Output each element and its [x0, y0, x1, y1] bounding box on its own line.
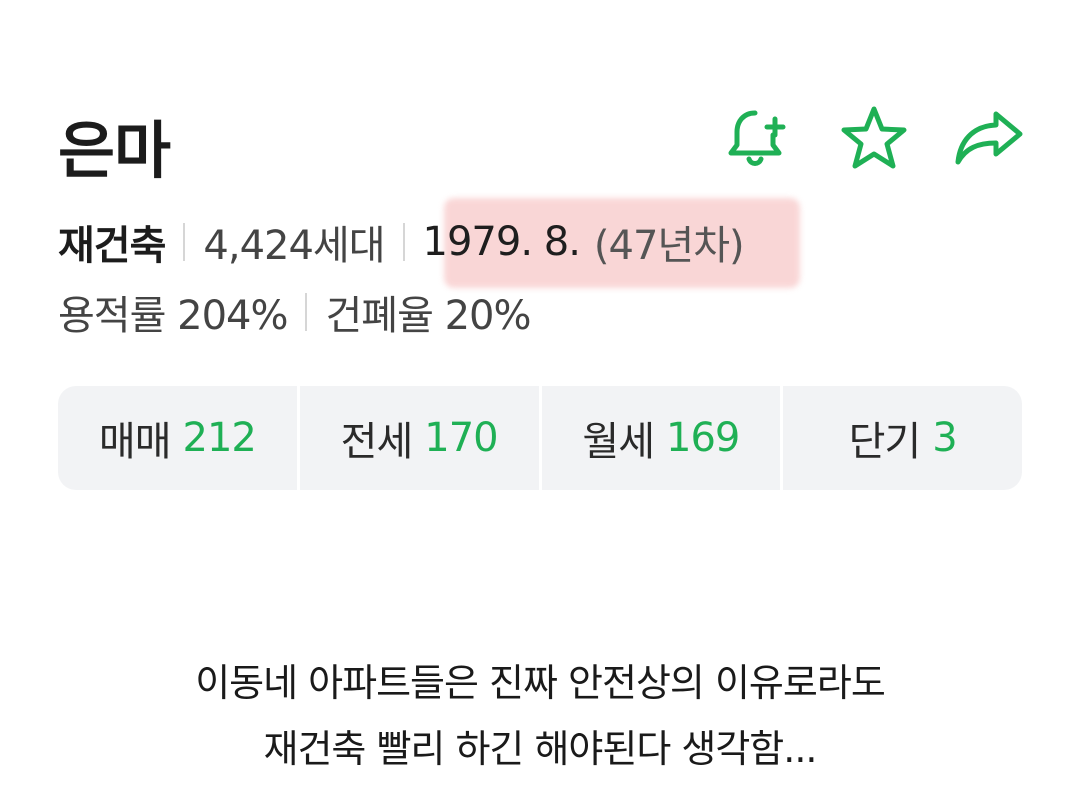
built-date: 1979. 8. [422, 219, 581, 265]
stat-sale[interactable]: 매매 212 [58, 386, 297, 490]
stat-label: 월세 [582, 419, 655, 465]
action-bar [720, 100, 1028, 176]
stat-short-term[interactable]: 단기 3 [780, 386, 1022, 490]
household-count: 4,424세대 [203, 223, 385, 269]
caption-line-1: 이동네 아파트들은 진짜 안전상의 이유로라도 [195, 661, 886, 705]
building-age: (47년차) [593, 223, 745, 269]
stat-jeonse[interactable]: 전세 170 [296, 386, 539, 490]
stat-count: 169 [666, 415, 740, 461]
apartment-title: 은마 [58, 114, 171, 187]
stat-count: 3 [932, 415, 957, 461]
stat-label: 단기 [848, 419, 922, 465]
stat-label: 매매 [98, 419, 172, 465]
stat-label: 전세 [340, 419, 414, 465]
meta-row-1: 재건축 4,424세대 1979. 8. (47년차) [58, 212, 745, 272]
floor-area-ratio: 용적률 204% [58, 293, 288, 339]
meta-row-2: 용적률 204% 건폐율 20% [58, 282, 532, 342]
status-badge: 재건축 [58, 223, 166, 269]
divider [305, 293, 308, 331]
divider [183, 223, 186, 261]
stat-monthly-rent[interactable]: 월세 169 [538, 386, 781, 490]
share-arrow-icon[interactable] [952, 100, 1028, 176]
stat-count: 170 [424, 415, 498, 461]
star-icon[interactable] [836, 100, 912, 176]
stat-count: 212 [182, 415, 257, 461]
divider [402, 223, 405, 261]
coverage-ratio: 건폐율 20% [325, 293, 531, 339]
listing-stats: 매매 212 전세 170 월세 169 단기 3 [58, 386, 1022, 490]
bell-plus-icon[interactable] [720, 100, 796, 176]
caption-line-2: 재건축 빨리 하긴 해야된다 생각함... [263, 727, 818, 771]
